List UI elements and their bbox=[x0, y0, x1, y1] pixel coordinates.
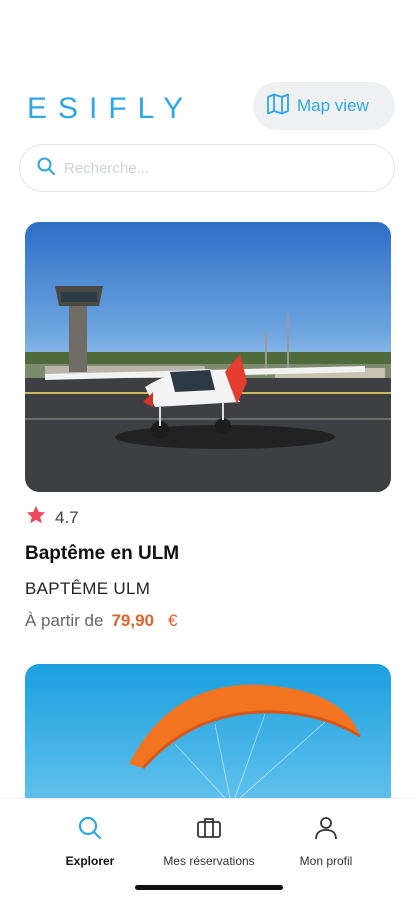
search-icon bbox=[36, 156, 56, 181]
activity-card[interactable] bbox=[25, 664, 391, 798]
user-icon bbox=[313, 815, 339, 846]
activity-title[interactable]: Baptême en ULM bbox=[25, 543, 391, 565]
app-header: ESIFLY Map view bbox=[0, 78, 415, 134]
activity-card[interactable]: 4.7 Baptême en ULM BAPTÊME ULM À partir … bbox=[25, 222, 391, 631]
star-icon bbox=[25, 504, 47, 531]
tab-label: Mes réservations bbox=[163, 854, 255, 868]
price-prefix: À partir de bbox=[25, 611, 104, 630]
tab-label: Explorer bbox=[65, 854, 115, 868]
search-input[interactable] bbox=[64, 159, 364, 177]
activity-image-ulm[interactable] bbox=[25, 222, 391, 492]
rating: 4.7 bbox=[25, 504, 391, 531]
map-view-label: Map view bbox=[297, 96, 369, 115]
tab-explorer[interactable]: Explorer bbox=[25, 815, 155, 868]
tab-mes-reservations[interactable]: Mes réservations bbox=[144, 815, 274, 868]
map-icon bbox=[266, 93, 290, 120]
search-bar[interactable] bbox=[19, 144, 395, 192]
rating-value: 4.7 bbox=[55, 507, 79, 527]
price-amount: 79,90 bbox=[111, 611, 154, 630]
home-indicator bbox=[135, 885, 283, 890]
activity-category: BAPTÊME ULM bbox=[25, 579, 151, 598]
search-icon bbox=[77, 815, 103, 846]
price-currency: € bbox=[167, 611, 178, 630]
briefcase-icon bbox=[196, 815, 222, 846]
tab-mon-profil[interactable]: Mon profil bbox=[261, 815, 391, 868]
activity-price: À partir de 79,90 € bbox=[25, 611, 391, 631]
tab-label: Mon profil bbox=[299, 854, 353, 868]
map-view-button[interactable]: Map view bbox=[253, 82, 395, 130]
activity-image-paragliding[interactable] bbox=[25, 664, 391, 798]
app-logo: ESIFLY bbox=[27, 92, 195, 125]
